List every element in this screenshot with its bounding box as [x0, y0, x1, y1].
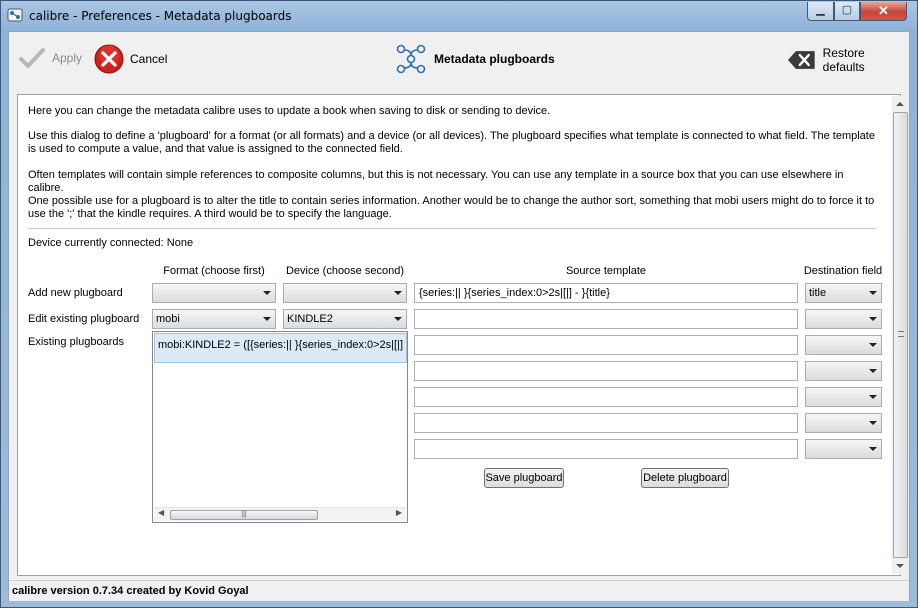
source-template-input[interactable] [414, 309, 798, 329]
close-window-button[interactable]: ✕ [860, 2, 907, 21]
add-device-dropdown[interactable] [283, 283, 407, 303]
destination-field-dropdown[interactable] [805, 335, 882, 355]
minimize-button[interactable]: ▁ [807, 2, 834, 21]
format-header: Format (choose first) [163, 265, 265, 277]
edit-device-dropdown[interactable]: KINDLE2 [283, 309, 407, 329]
intro-paragraph: One possible use for a plugboard is to a… [28, 195, 875, 220]
scroll-right-icon[interactable]: ▶ [396, 508, 402, 517]
scroll-left-icon[interactable]: ◀ [158, 508, 164, 517]
separator [28, 228, 876, 229]
source-template-input[interactable] [414, 387, 798, 407]
calibre-icon [7, 8, 23, 22]
preferences-dialog: Apply Cancel Metadata plugboards Restore… [8, 31, 910, 601]
device-status: Device currently connected: None [28, 237, 194, 249]
plugboard-icon [396, 44, 426, 74]
delete-plugboard-button[interactable]: Delete plugboard [641, 468, 729, 488]
existing-plugboards-list[interactable]: mobi:KINDLE2 = ([{series:|| }{series_ind… [152, 331, 408, 523]
destination-field-dropdown[interactable]: title [805, 283, 882, 303]
grip-icon [898, 331, 904, 337]
chevron-down-icon [869, 369, 877, 373]
vertical-scrollbar[interactable] [892, 96, 909, 574]
chevron-down-icon [869, 421, 877, 425]
cancel-x-icon [94, 44, 124, 74]
chevron-down-icon [394, 291, 402, 295]
plugboard-panel: Here you can change the metadata calibre… [17, 94, 909, 576]
existing-plugboards-label: Existing plugboards [28, 336, 125, 348]
app-window: calibre - Preferences - Metadata plugboa… [0, 0, 918, 608]
window-title: calibre - Preferences - Metadata plugboa… [29, 9, 292, 23]
section-title: Metadata plugboards [434, 52, 555, 66]
add-format-dropdown[interactable] [152, 283, 276, 303]
source-template-input[interactable] [414, 361, 798, 381]
chevron-down-icon [263, 317, 271, 321]
intro-paragraph: Use this dialog to define a 'plugboard' … [28, 130, 875, 155]
chevron-down-icon [869, 447, 877, 451]
destination-field-dropdown[interactable] [805, 387, 882, 407]
apply-label: Apply [52, 51, 83, 65]
scroll-down-icon[interactable] [896, 564, 904, 568]
intro-paragraph: Here you can change the metadata calibre… [28, 105, 551, 117]
section-header: Metadata plugboards [394, 42, 555, 76]
restore-defaults-button[interactable]: Restore defaults [787, 46, 909, 74]
edit-format-dropdown[interactable]: mobi [152, 309, 276, 329]
destination-field-dropdown[interactable] [805, 309, 882, 329]
edit-plugboard-label: Edit existing plugboard [28, 313, 140, 325]
chevron-down-icon [869, 395, 877, 399]
clear-left-icon [787, 51, 815, 69]
destination-field-dropdown[interactable] [805, 413, 882, 433]
maximize-button[interactable]: ▢ [834, 2, 860, 21]
add-plugboard-label: Add new plugboard [28, 287, 123, 299]
scroll-up-icon[interactable] [896, 102, 904, 106]
scroll-thumb[interactable] [893, 112, 908, 558]
chevron-down-icon [869, 343, 877, 347]
chevron-down-icon [263, 291, 271, 295]
cancel-label: Cancel [130, 52, 168, 66]
cancel-button[interactable]: Cancel [94, 44, 167, 74]
version-text: calibre version 0.7.34 created by Kovid … [12, 585, 249, 597]
source-template-input[interactable] [414, 413, 798, 433]
chevron-down-icon [394, 317, 402, 321]
restore-label: Restore defaults [822, 46, 865, 74]
save-plugboard-button[interactable]: Save plugboard [484, 468, 564, 488]
destination-field-dropdown[interactable] [805, 361, 882, 381]
list-item[interactable]: mobi:KINDLE2 = ([{series:|| }{series_ind… [154, 333, 407, 363]
status-bar: calibre version 0.7.34 created by Kovid … [9, 580, 909, 601]
chevron-down-icon [869, 291, 877, 295]
check-icon [19, 48, 45, 68]
intro-paragraph: Often templates will contain simple refe… [28, 169, 844, 194]
horizontal-scrollbar[interactable]: ◀ ||| ▶ [154, 507, 406, 521]
chevron-down-icon [869, 317, 877, 321]
apply-button[interactable]: Apply [18, 46, 82, 70]
title-bar[interactable]: calibre - Preferences - Metadata plugboa… [1, 1, 917, 31]
source-template-header: Source template [565, 265, 647, 277]
device-header: Device (choose second) [285, 265, 404, 277]
source-template-input[interactable] [414, 335, 798, 355]
destination-field-header: Destination field [803, 265, 883, 277]
scroll-thumb[interactable]: ||| [170, 510, 318, 520]
toolbar: Apply Cancel Metadata plugboards Restore… [9, 32, 909, 88]
source-template-input[interactable]: {series:|| }{series_index:0>2s|[|] - }{t… [414, 283, 798, 303]
source-template-input[interactable] [414, 439, 798, 459]
destination-field-dropdown[interactable] [805, 439, 882, 459]
